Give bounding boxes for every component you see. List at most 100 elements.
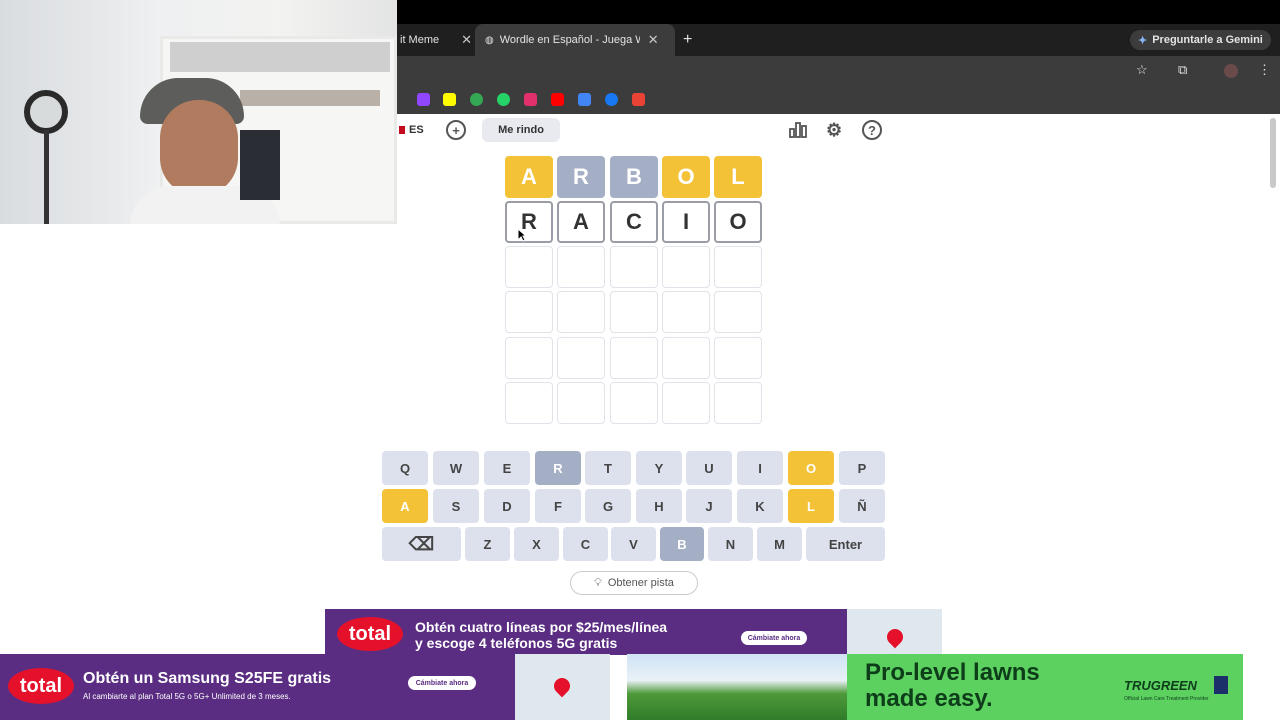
ad-cta-button[interactable]: Cámbiate ahora — [408, 676, 476, 690]
scrollbar[interactable] — [1270, 118, 1276, 188]
key-ñ[interactable]: Ñ — [839, 489, 885, 523]
key-i[interactable]: I — [737, 451, 783, 485]
snapchat-icon[interactable] — [443, 93, 456, 106]
profile-avatar[interactable] — [1224, 64, 1238, 78]
ad-banner-left[interactable]: total Obtén un Samsung S25FE gratis Al c… — [0, 654, 610, 720]
tab-wordle[interactable]: ◍ Wordle en Español - Juega W ✕ — [475, 24, 675, 56]
enter-key[interactable]: Enter — [806, 527, 885, 561]
settings-button[interactable]: ⚙ — [826, 118, 842, 142]
key-o[interactable]: O — [788, 451, 834, 485]
webcam-overlay — [0, 0, 397, 224]
key-z[interactable]: Z — [465, 527, 510, 561]
key-l[interactable]: L — [788, 489, 834, 523]
key-y[interactable]: Y — [636, 451, 682, 485]
key-p[interactable]: P — [839, 451, 885, 485]
key-a[interactable]: A — [382, 489, 428, 523]
bar-chart-icon — [789, 122, 807, 138]
key-h[interactable]: H — [636, 489, 682, 523]
close-icon[interactable]: ✕ — [648, 32, 659, 48]
youtube-icon[interactable] — [551, 93, 564, 106]
ad-banner-right[interactable]: Pro-level lawns made easy. TRUGREEN Offi… — [847, 654, 1243, 720]
gemini-button[interactable]: ✦ Preguntarle a Gemini — [1130, 30, 1271, 50]
closet-items — [170, 42, 390, 72]
board-tile: A — [557, 201, 605, 243]
ad-lawn-photo[interactable] — [627, 654, 847, 720]
key-s[interactable]: S — [433, 489, 479, 523]
board-tile: I — [662, 201, 710, 243]
board-tile — [714, 246, 762, 288]
board-tile — [662, 291, 710, 333]
whatsapp-icon[interactable] — [497, 93, 510, 106]
key-u[interactable]: U — [686, 451, 732, 485]
key-c[interactable]: C — [563, 527, 608, 561]
ad-brand-sub: Official Lawn Care Treatment Provider — [1124, 696, 1209, 702]
board-tile — [662, 337, 710, 379]
key-e[interactable]: E — [484, 451, 530, 485]
ad-cta-button[interactable]: Cámbiate ahora — [741, 631, 807, 645]
board-tile: A — [505, 156, 553, 198]
tab-title: it Meme — [400, 34, 440, 46]
give-up-button[interactable]: Me rindo — [482, 118, 560, 142]
key-g[interactable]: G — [585, 489, 631, 523]
gmail-icon[interactable] — [632, 93, 645, 106]
board-tile — [610, 291, 658, 333]
ad-headline: Obtén un Samsung S25FE gratis — [83, 670, 332, 687]
menu-icon[interactable]: ⋮ — [1258, 62, 1271, 78]
add-button[interactable]: + — [446, 118, 466, 142]
ad-body: Al cambiarte al plan Total 5G o 5G+ Unli… — [83, 692, 291, 701]
key-q[interactable]: Q — [382, 451, 428, 485]
board-tile: R — [505, 201, 553, 243]
key-k[interactable]: K — [737, 489, 783, 523]
ad-headline: Obtén cuatro líneas por $25/mes/línea — [415, 619, 668, 635]
twitch-icon[interactable] — [417, 93, 430, 106]
key-n[interactable]: N — [708, 527, 753, 561]
language-selector[interactable]: ES — [399, 118, 424, 142]
shoe-row — [240, 90, 380, 106]
help-icon: ? — [862, 120, 882, 140]
maps-icon[interactable] — [470, 93, 483, 106]
ad-banner-top[interactable]: total Obtén cuatro líneas por $25/mes/lí… — [325, 609, 942, 655]
plus-circle-icon: + — [446, 120, 466, 140]
board-tile — [610, 246, 658, 288]
key-w[interactable]: W — [433, 451, 479, 485]
board-tile: R — [557, 156, 605, 198]
key-j[interactable]: J — [686, 489, 732, 523]
close-icon[interactable]: ✕ — [461, 32, 472, 48]
lightbulb-icon: 💡︎ — [594, 576, 602, 589]
ring-light — [24, 90, 68, 134]
new-tab-button[interactable]: + — [683, 24, 692, 56]
tab-meme[interactable]: it Meme ✕ — [400, 24, 472, 56]
board-tile — [557, 291, 605, 333]
ad-headline: made easy. — [865, 685, 993, 712]
key-r[interactable]: R — [535, 451, 581, 485]
backspace-key[interactable]: ⌫ — [382, 527, 461, 561]
gear-icon: ⚙ — [826, 119, 843, 140]
key-x[interactable]: X — [514, 527, 559, 561]
ad-headline: Pro-level lawns — [865, 659, 1040, 686]
key-t[interactable]: T — [585, 451, 631, 485]
help-button[interactable]: ? — [862, 118, 882, 142]
cast-icon[interactable]: ⧉ — [1178, 62, 1187, 78]
board-tile — [662, 382, 710, 424]
board-tile: B — [610, 156, 658, 198]
board-tile — [714, 382, 762, 424]
key-d[interactable]: D — [484, 489, 530, 523]
ad-headline: y escoge 4 teléfonos 5G gratis — [415, 635, 618, 651]
spain-flag-icon — [399, 126, 405, 134]
board-tile — [557, 246, 605, 288]
key-f[interactable]: F — [535, 489, 581, 523]
stats-button[interactable] — [788, 118, 808, 142]
hint-button[interactable]: 💡︎ Obtener pista — [570, 571, 698, 595]
google-icon[interactable] — [578, 93, 591, 106]
language-label: ES — [409, 124, 424, 136]
star-icon[interactable]: ☆ — [1136, 62, 1148, 78]
key-v[interactable]: V — [611, 527, 656, 561]
light-stand — [44, 130, 49, 224]
tab-title: Wordle en Español - Juega W — [499, 34, 640, 46]
board-tile — [610, 382, 658, 424]
key-m[interactable]: M — [757, 527, 802, 561]
board-tile: O — [662, 156, 710, 198]
instagram-icon[interactable] — [524, 93, 537, 106]
key-b[interactable]: B — [660, 527, 704, 561]
facebook-icon[interactable] — [605, 93, 618, 106]
